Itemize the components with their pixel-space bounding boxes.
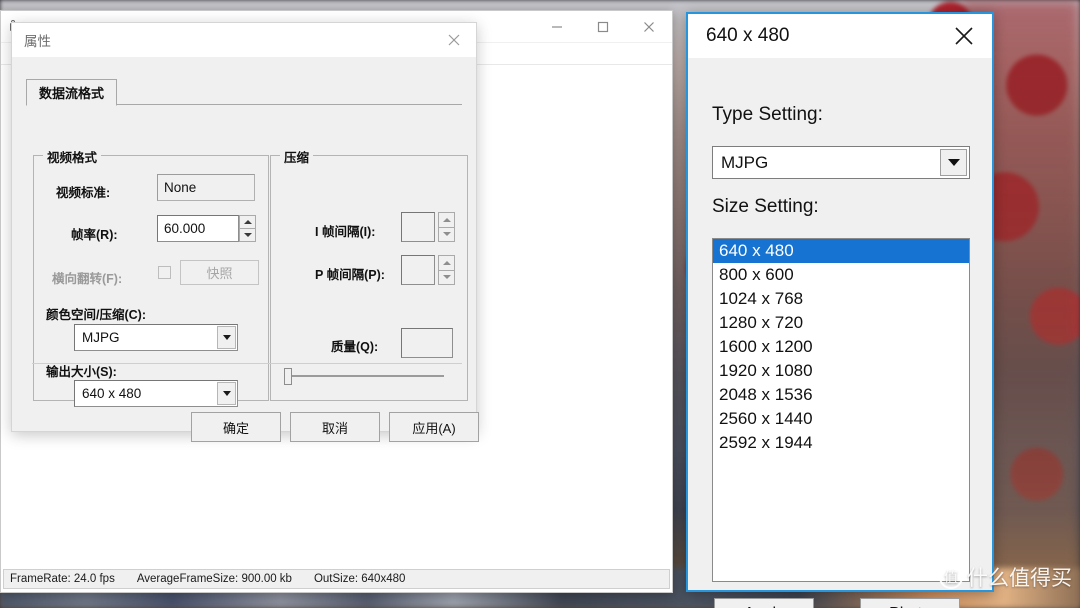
stepper-up-icon[interactable] bbox=[438, 212, 455, 227]
list-item[interactable]: 2560 x 1440 bbox=[713, 407, 969, 431]
cancel-button[interactable]: 取消 bbox=[290, 412, 380, 442]
quality-slider-track[interactable] bbox=[289, 375, 444, 377]
type-setting-combobox[interactable]: MJPG bbox=[712, 146, 970, 179]
quality-input[interactable] bbox=[401, 328, 453, 358]
stepper-up-icon[interactable] bbox=[239, 215, 256, 228]
i-frame-interval-label: I 帧间隔(I): bbox=[315, 225, 376, 239]
chevron-down-icon[interactable] bbox=[217, 326, 236, 349]
compression-legend: 压缩 bbox=[280, 147, 314, 166]
resolution-panel-actions: Apply Photo bbox=[688, 598, 992, 608]
tab-stream-format[interactable]: 数据流格式 bbox=[26, 79, 118, 106]
video-format-group: 视频格式 视频标准: None 帧率(R): 60.000 横向翻转(F): 快… bbox=[33, 147, 269, 407]
watermark-text: 什么值得买 bbox=[967, 567, 1072, 590]
p-frame-interval-input[interactable] bbox=[401, 255, 435, 285]
watermark-logo-icon: 值 bbox=[939, 565, 963, 589]
screen: AMCAP F FrameRate: 24.0 fps AverageFrame… bbox=[0, 0, 1080, 608]
framerate-label: 帧率(R): bbox=[71, 228, 118, 242]
chevron-down-icon[interactable] bbox=[217, 382, 236, 405]
flip-horizontal-label: 横向翻转(F): bbox=[52, 272, 123, 286]
photo-button[interactable]: Photo bbox=[860, 598, 960, 608]
list-item[interactable]: 2048 x 1536 bbox=[713, 383, 969, 407]
stepper-up-icon[interactable] bbox=[438, 255, 455, 270]
type-setting-value: MJPG bbox=[721, 152, 769, 172]
amcap-window-controls bbox=[534, 11, 672, 43]
status-framerate: FrameRate: 24.0 fps bbox=[10, 573, 115, 585]
resolution-panel-titlebar: 640 x 480 bbox=[688, 14, 992, 58]
video-format-legend: 视频格式 bbox=[43, 147, 102, 166]
apply-button[interactable]: 应用(A) bbox=[389, 412, 479, 442]
amcap-statusbar: FrameRate: 24.0 fps AverageFrameSize: 90… bbox=[3, 569, 670, 589]
list-item[interactable]: 640 x 480 bbox=[713, 239, 969, 263]
close-icon[interactable] bbox=[432, 23, 476, 57]
size-setting-list[interactable]: 640 x 480 800 x 600 1024 x 768 1280 x 72… bbox=[712, 238, 970, 582]
quality-label: 质量(Q): bbox=[331, 340, 379, 354]
list-item[interactable]: 1600 x 1200 bbox=[713, 335, 969, 359]
close-icon[interactable] bbox=[942, 16, 986, 56]
chevron-down-icon[interactable] bbox=[940, 149, 967, 176]
ok-button[interactable]: 确定 bbox=[191, 412, 281, 442]
close-icon[interactable] bbox=[626, 11, 672, 43]
colorspace-combobox[interactable]: MJPG bbox=[74, 324, 238, 351]
list-item[interactable]: 800 x 600 bbox=[713, 263, 969, 287]
watermark: 值 什么值得买 bbox=[939, 562, 1072, 592]
maximize-icon[interactable] bbox=[580, 11, 626, 43]
status-out-size: OutSize: 640x480 bbox=[313, 573, 406, 585]
list-item[interactable]: 1280 x 720 bbox=[713, 311, 969, 335]
size-setting-label: Size Setting: bbox=[712, 196, 819, 217]
tabstrip: 数据流格式 bbox=[26, 79, 462, 106]
minimize-icon[interactable] bbox=[534, 11, 580, 43]
apply-button[interactable]: Apply bbox=[714, 598, 814, 608]
i-frame-interval-stepper[interactable] bbox=[438, 212, 455, 242]
list-item[interactable]: 1024 x 768 bbox=[713, 287, 969, 311]
resolution-panel-body: Type Setting: MJPG Size Setting: 640 x 4… bbox=[688, 58, 992, 608]
colorspace-value: MJPG bbox=[82, 330, 120, 345]
quality-slider-thumb[interactable] bbox=[284, 368, 292, 385]
stepper-down-icon[interactable] bbox=[239, 228, 256, 242]
framerate-input[interactable]: 60.000 bbox=[157, 215, 239, 242]
p-frame-interval-stepper[interactable] bbox=[438, 255, 455, 285]
properties-titlebar: 属性 bbox=[12, 23, 476, 57]
p-frame-interval-label: P 帧间隔(P): bbox=[315, 268, 385, 282]
list-item[interactable]: 2592 x 1944 bbox=[713, 431, 969, 455]
video-standard-value: None bbox=[157, 174, 255, 201]
flip-horizontal-checkbox[interactable] bbox=[158, 266, 171, 279]
list-item[interactable]: 1920 x 1080 bbox=[713, 359, 969, 383]
properties-title: 属性 bbox=[24, 34, 51, 49]
type-setting-label: Type Setting: bbox=[712, 104, 823, 125]
resolution-panel-title: 640 x 480 bbox=[706, 25, 790, 46]
i-frame-interval-input[interactable] bbox=[401, 212, 435, 242]
dialog-separator bbox=[32, 363, 462, 364]
snapshot-button: 快照 bbox=[180, 260, 259, 285]
resolution-panel: 640 x 480 Type Setting: MJPG Size Settin… bbox=[686, 12, 994, 608]
status-average-frame-size: AverageFrameSize: 900.00 kb bbox=[136, 573, 292, 585]
video-standard-label: 视频标准: bbox=[56, 186, 111, 200]
properties-body: 数据流格式 视频格式 视频标准: None 帧率(R): 60.000 横向翻转… bbox=[12, 57, 479, 442]
colorspace-label: 颜色空间/压缩(C): bbox=[46, 308, 146, 322]
framerate-stepper[interactable] bbox=[239, 215, 256, 242]
properties-dialog: 属性 数据流格式 视频格式 视频标准: None 帧率(R): 60.000 横… bbox=[11, 22, 479, 442]
stepper-down-icon[interactable] bbox=[438, 226, 455, 242]
stepper-down-icon[interactable] bbox=[438, 269, 455, 285]
output-size-combobox[interactable]: 640 x 480 bbox=[74, 380, 238, 407]
output-size-value: 640 x 480 bbox=[82, 386, 142, 401]
compression-group: 压缩 I 帧间隔(I): P 帧间隔(P): 质量(Q): bbox=[270, 147, 468, 401]
